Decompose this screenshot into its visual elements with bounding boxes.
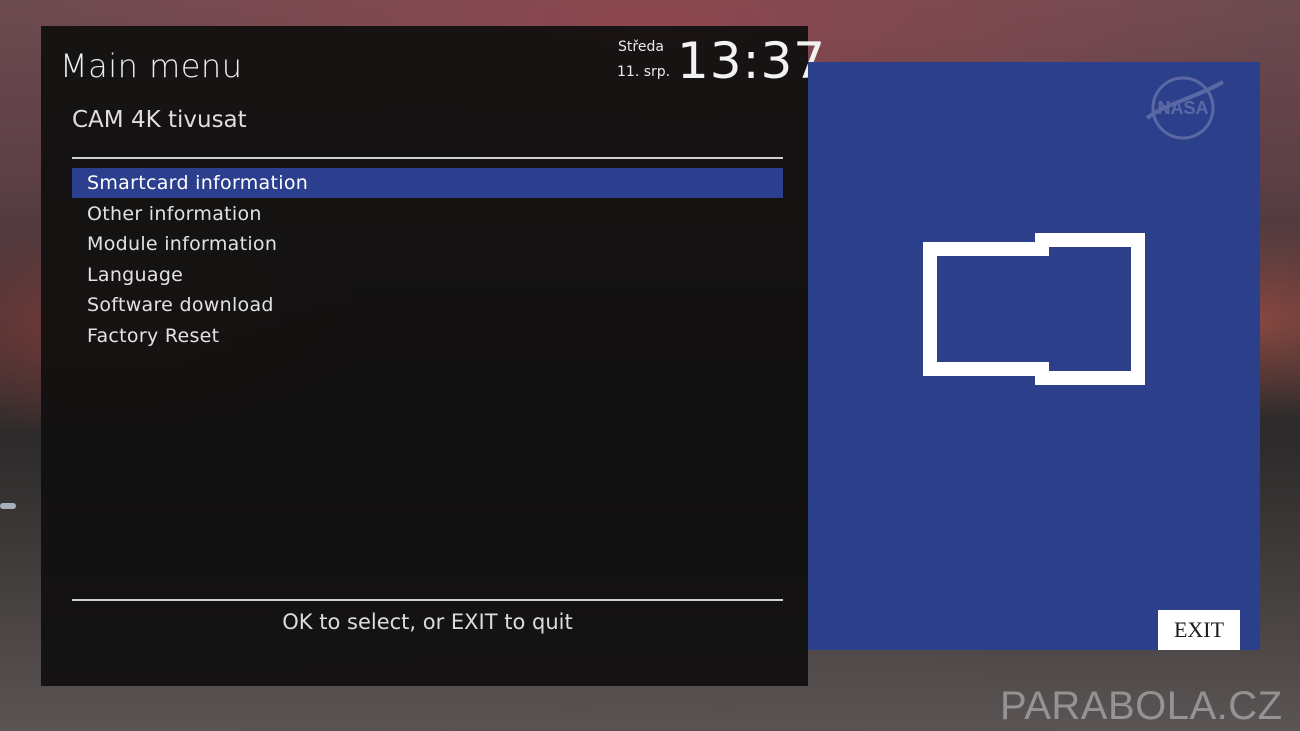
cam-module-name: CAM 4K tivusat (72, 107, 247, 133)
menu-list: Smartcard information Other information … (72, 168, 783, 351)
background-light (0, 503, 16, 509)
menu-item-smartcard-information[interactable]: Smartcard information (72, 168, 783, 198)
menu-item-software-download[interactable]: Software download (72, 290, 783, 320)
menu-item-factory-reset[interactable]: Factory Reset (72, 321, 783, 351)
watermark: PARABOLA.CZ (1000, 684, 1283, 728)
nasa-logo: NASA (1145, 76, 1224, 140)
top-divider (72, 157, 783, 159)
exit-button[interactable]: EXIT (1158, 610, 1240, 650)
date-text: 11. srp. (617, 64, 671, 80)
menu-item-other-information[interactable]: Other information (72, 199, 783, 229)
menu-title: Main menu (60, 47, 243, 85)
bottom-divider (72, 599, 783, 601)
smartcard-icon (923, 233, 1145, 385)
preview-panel: NASA EXIT (808, 62, 1260, 650)
svg-text:NASA: NASA (1157, 98, 1208, 118)
menu-item-language[interactable]: Language (72, 260, 783, 290)
main-menu-panel: Main menu Středa 11. srp. 13:37 CAM 4K t… (41, 26, 825, 686)
help-hint: OK to select, or EXIT to quit (282, 610, 573, 634)
day-name: Středa (618, 39, 664, 55)
clock-time: 13:37 (677, 32, 827, 90)
menu-item-module-information[interactable]: Module information (72, 229, 783, 259)
